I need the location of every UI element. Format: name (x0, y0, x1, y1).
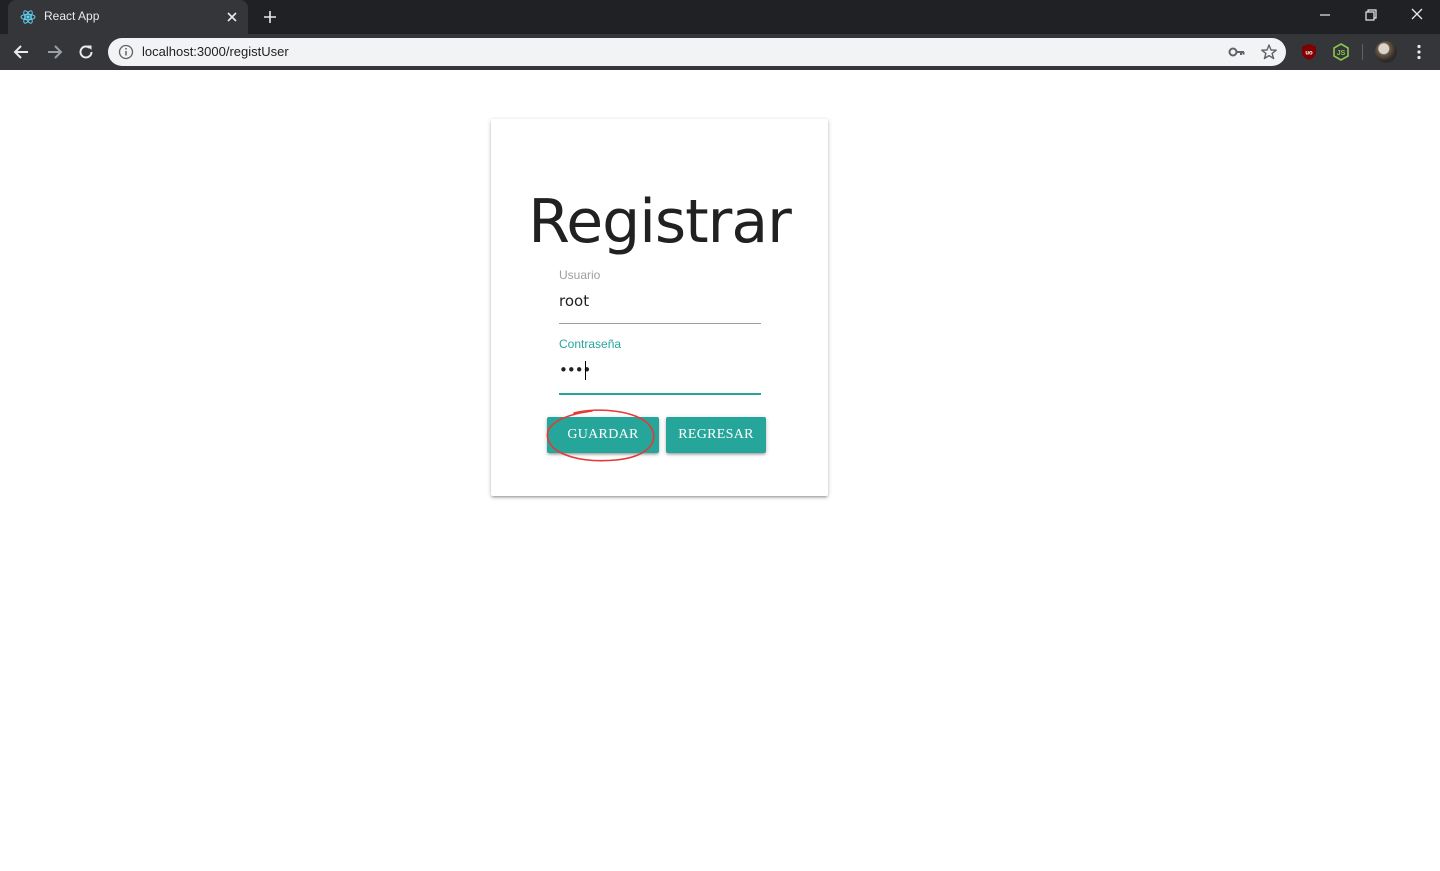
address-bar[interactable]: localhost:3000/registUser (108, 38, 1286, 66)
key-icon[interactable] (1228, 44, 1246, 60)
restore-icon[interactable] (1357, 4, 1385, 28)
save-button[interactable]: GUARDAR (547, 417, 659, 453)
nodejs-icon[interactable]: JS (1331, 42, 1351, 62)
back-arrow-icon[interactable] (12, 42, 32, 62)
page-title: Registrar (528, 187, 792, 257)
close-icon[interactable] (224, 9, 240, 25)
register-card: Registrar Usuario Contraseña GUARDAR REG… (491, 119, 828, 496)
username-underline (559, 323, 761, 324)
forward-arrow-icon[interactable] (44, 42, 64, 62)
username-input[interactable] (559, 286, 761, 316)
svg-text:uo: uo (1305, 51, 1313, 57)
password-field: Contraseña (559, 337, 761, 395)
browser-toolbar: localhost:3000/registUser uo JS (0, 34, 1440, 70)
react-favicon (20, 10, 36, 24)
tab-title: React App (44, 9, 100, 23)
star-icon[interactable] (1260, 43, 1278, 61)
password-input[interactable] (559, 355, 761, 385)
username-label: Usuario (559, 268, 601, 282)
text-caret (585, 361, 586, 380)
info-icon[interactable] (118, 44, 134, 60)
plus-icon[interactable] (261, 8, 279, 26)
window-close-icon[interactable] (1403, 4, 1431, 28)
kebab-menu-icon[interactable] (1409, 42, 1429, 62)
minimize-icon[interactable] (1311, 4, 1339, 28)
browser-titlebar: React App (0, 0, 1440, 34)
url-text[interactable]: localhost:3000/registUser (142, 44, 289, 59)
username-field: Usuario (559, 268, 761, 324)
ublock-icon[interactable]: uo (1299, 42, 1319, 62)
avatar[interactable] (1375, 41, 1397, 63)
toolbar-separator (1362, 44, 1363, 60)
password-label: Contraseña (559, 337, 622, 351)
reload-icon[interactable] (76, 42, 96, 62)
svg-text:JS: JS (1337, 50, 1346, 57)
back-button[interactable]: REGRESAR (666, 417, 766, 453)
browser-tab[interactable]: React App (8, 0, 248, 34)
password-underline (559, 393, 761, 395)
